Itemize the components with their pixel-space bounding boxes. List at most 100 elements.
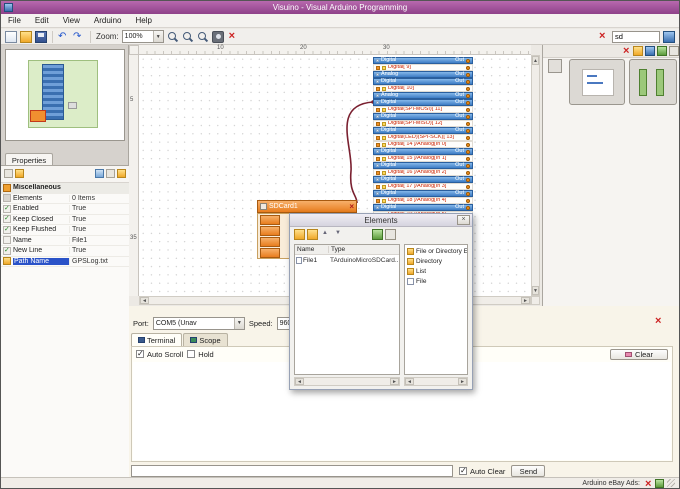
scrollbar-track[interactable]	[304, 378, 390, 385]
pin-connector-icon[interactable]	[376, 192, 379, 195]
sdcard-pin[interactable]	[260, 226, 280, 236]
arduino-pin-row[interactable]: Digital[ 18 ]/Analog[In 4] Out Digital[ …	[373, 197, 473, 204]
pin-connector-icon[interactable]	[376, 115, 379, 118]
menu-item[interactable]: Edit	[28, 15, 56, 26]
pin-connector-icon[interactable]	[376, 164, 379, 167]
arduino-pin-row[interactable]: Digital[ 14 ]/Analog[In 0] Out Digital[ …	[373, 141, 473, 148]
pin-connector-icon[interactable]	[376, 73, 379, 76]
new-file-icon[interactable]	[5, 31, 17, 43]
pin-dot-icon[interactable]	[466, 122, 470, 126]
pin-dot-icon[interactable]	[466, 199, 470, 203]
pin-connector-icon[interactable]	[376, 59, 379, 62]
arduino-pin-row[interactable]: Digital(LED)(SPI-SCK)[ 13] Out Digital(L…	[373, 134, 473, 141]
arduino-pin-row[interactable]: Analog Out Analog	[373, 92, 473, 99]
title-bar[interactable]: Visuino - Visual Arduino Programming	[1, 1, 679, 14]
property-row[interactable]: Name File1	[1, 236, 129, 247]
palette-close-icon[interactable]	[621, 46, 631, 56]
open-project-icon[interactable]	[20, 31, 32, 43]
arduino-pin-row[interactable]: Digital(SPI-MOSI)[ 11] Out Digital(SPI-M…	[373, 106, 473, 113]
move-down-icon[interactable]	[333, 229, 344, 240]
column-type[interactable]: Type	[329, 246, 399, 253]
column-name[interactable]: Name	[295, 246, 329, 253]
filter-icon[interactable]	[4, 169, 13, 178]
palette-component-card[interactable]	[569, 59, 625, 105]
design-overview[interactable]	[5, 49, 125, 141]
property-value[interactable]: True	[69, 247, 129, 254]
arduino-pin-row[interactable]: Digital[ 10] Out Digital[ 10]	[373, 85, 473, 92]
property-value[interactable]: True	[69, 205, 129, 212]
arduino-pin-row[interactable]: Digital Out Digital	[373, 57, 473, 64]
pin-dot-icon[interactable]	[466, 87, 470, 91]
arduino-pin-row[interactable]: Digital(SPI-MISO)[ 12] Out Digital(SPI-M…	[373, 120, 473, 127]
out-pin-icon[interactable]	[466, 59, 470, 63]
menu-item[interactable]: File	[1, 15, 28, 26]
scroll-right-icon[interactable]: ►	[521, 297, 530, 304]
property-value[interactable]: True	[69, 216, 129, 223]
menu-item[interactable]: Help	[128, 15, 158, 26]
palette-favorites-icon[interactable]	[657, 46, 667, 56]
sdcard-pin[interactable]	[260, 248, 280, 258]
hold-checkbox[interactable]	[187, 350, 195, 358]
types-list-scrollbar[interactable]: ◄ ►	[404, 377, 468, 386]
component-search-input[interactable]	[612, 31, 660, 43]
pin-connector-icon[interactable]	[376, 206, 379, 209]
out-pin-icon[interactable]	[466, 178, 470, 182]
element-type-item[interactable]: File	[405, 276, 467, 286]
zoom-select[interactable]: 100%	[122, 30, 164, 43]
elements-list-scrollbar[interactable]: ◄ ►	[294, 377, 400, 386]
expand-all-icon[interactable]	[15, 169, 24, 178]
hold-option[interactable]: Hold	[187, 350, 213, 359]
out-pin-icon[interactable]	[466, 206, 470, 210]
palette-view-icon[interactable]	[669, 46, 679, 56]
sdcard-delete-icon[interactable]: ×	[349, 203, 354, 210]
property-row[interactable]: Miscellaneous	[1, 183, 129, 194]
out-pin-icon[interactable]	[466, 164, 470, 168]
pin-panel-icon[interactable]	[117, 169, 126, 178]
auto-clear-option[interactable]: Auto Clear	[459, 467, 505, 476]
category-view-icon[interactable]	[95, 169, 104, 178]
pin-connector-icon[interactable]	[376, 101, 379, 104]
arduino-pin-row[interactable]: Digital[ 16 ]/Analog[In 2] Out Digital[ …	[373, 169, 473, 176]
pin-connector-icon[interactable]	[376, 129, 379, 132]
redo-icon[interactable]	[73, 31, 85, 43]
out-pin-icon[interactable]	[466, 115, 470, 119]
scroll-down-icon[interactable]: ▼	[532, 286, 539, 295]
out-pin-icon[interactable]	[466, 94, 470, 98]
elements-dialog-titlebar[interactable]: Elements	[290, 214, 472, 227]
sdcard-component-header[interactable]: SDCard1 ×	[257, 200, 357, 213]
port-select[interactable]: COM5 (Unav	[153, 317, 245, 330]
arduino-pin-row[interactable]: Digital[ 15 ]/Analog[In 1] Out Digital[ …	[373, 155, 473, 162]
auto-scroll-checkbox[interactable]	[136, 350, 144, 358]
add-element-icon[interactable]	[294, 229, 305, 240]
move-up-icon[interactable]	[320, 229, 331, 240]
property-value[interactable]: GPSLog.txt	[69, 258, 129, 265]
scroll-right-icon[interactable]: ►	[390, 378, 399, 385]
property-row[interactable]: Keep Flushed True	[1, 225, 129, 236]
out-pin-icon[interactable]	[466, 192, 470, 196]
search-filter-icon[interactable]	[663, 31, 675, 43]
send-message-input[interactable]	[131, 465, 453, 477]
scrollbar-track[interactable]	[532, 65, 539, 286]
scroll-left-icon[interactable]: ◄	[405, 378, 414, 385]
auto-clear-checkbox[interactable]	[459, 467, 467, 475]
palette-filter-icon[interactable]	[372, 229, 383, 240]
palette-folder-icon[interactable]	[633, 46, 643, 56]
auto-scroll-option[interactable]: Auto Scroll	[136, 350, 183, 359]
dialog-close-icon[interactable]	[457, 215, 470, 225]
menu-item[interactable]: View	[56, 15, 87, 26]
pin-connector-icon[interactable]	[376, 178, 379, 181]
element-row[interactable]: File1 TArduinoMicroSDCard...	[295, 255, 399, 265]
tab-scope[interactable]: Scope	[183, 333, 227, 346]
element-type-item[interactable]: List	[405, 266, 467, 276]
zoom-in-icon[interactable]	[167, 31, 179, 43]
save-project-icon[interactable]	[35, 31, 47, 43]
menu-item[interactable]: Arduino	[87, 15, 129, 26]
close-ads-icon[interactable]	[643, 479, 652, 488]
property-row[interactable]: Keep Closed True	[1, 215, 129, 226]
element-type-item[interactable]: File or Directory Exis	[405, 246, 467, 256]
snapshot-icon[interactable]	[212, 31, 224, 43]
undo-icon[interactable]	[58, 31, 70, 43]
property-row[interactable]: Path Name GPSLog.txt	[1, 257, 129, 268]
pin-dot-icon[interactable]	[466, 157, 470, 161]
element-type-item[interactable]: Directory	[405, 256, 467, 266]
